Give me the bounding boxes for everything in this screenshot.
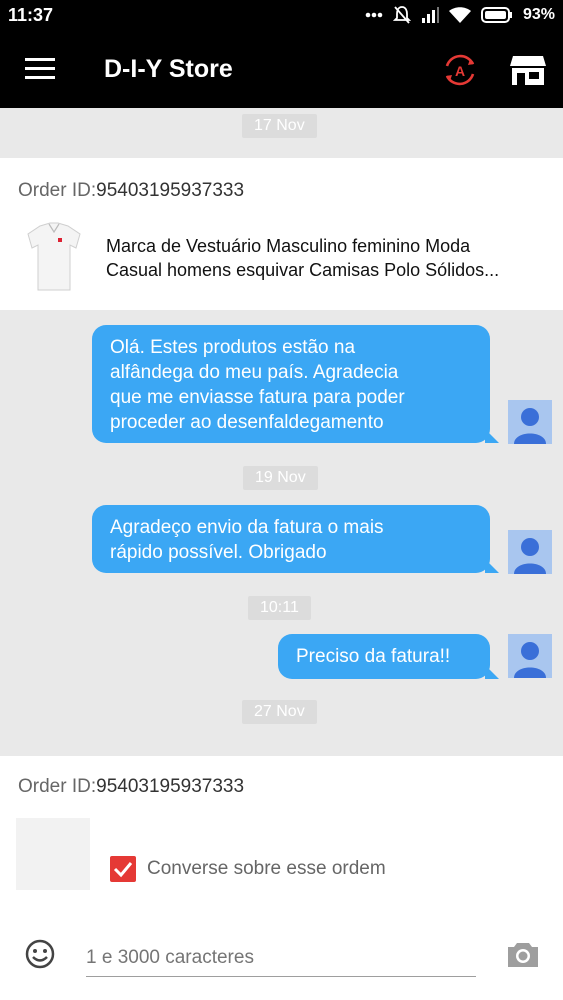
message-line: rápido possível. Obrigado bbox=[110, 542, 327, 563]
person-icon bbox=[514, 538, 546, 574]
message-line: Olá. Estes produtos estão na bbox=[110, 337, 356, 358]
mute-icon bbox=[392, 6, 411, 24]
user-avatar bbox=[508, 634, 552, 678]
message-bubble[interactable]: Preciso da fatura!! bbox=[278, 634, 499, 679]
person-icon bbox=[514, 642, 546, 678]
status-bar: 11:37 93% bbox=[0, 0, 563, 30]
order-id-value: 95403195937333 bbox=[96, 776, 245, 797]
status-time: 11:37 bbox=[8, 5, 54, 25]
message-line: proceder ao desenfaldegamento bbox=[110, 412, 384, 433]
store-title: D-I-Y Store bbox=[104, 55, 233, 83]
camera-button[interactable] bbox=[506, 938, 540, 970]
user-avatar bbox=[508, 400, 552, 444]
store-icon bbox=[510, 56, 546, 85]
user-avatar bbox=[508, 530, 552, 574]
checkbox-checked-icon[interactable] bbox=[110, 856, 136, 882]
bubble-tail bbox=[485, 429, 499, 443]
order-card-compose: Order ID:95403195937333 Converse sobre e… bbox=[0, 756, 563, 900]
order-id: Order ID:95403195937333 bbox=[18, 776, 244, 798]
product-title-line: Marca de Vestuário Masculino feminino Mo… bbox=[106, 236, 471, 256]
svg-text:A: A bbox=[455, 63, 465, 79]
date-separator: 17 Nov bbox=[242, 114, 317, 138]
order-id-label: Order ID: bbox=[18, 776, 97, 797]
discuss-order-checkbox-row[interactable]: Converse sobre esse ordem bbox=[110, 856, 386, 882]
date-separator: 27 Nov bbox=[242, 700, 317, 724]
battery-percent: 93% bbox=[522, 6, 555, 23]
app-bar: D-I-Y Store A bbox=[0, 30, 563, 108]
message-line: Preciso da fatura!! bbox=[296, 646, 451, 667]
status-icons: 93% bbox=[365, 4, 555, 26]
message-bubble[interactable]: Agradeço envio da fatura o mais rápido p… bbox=[92, 505, 499, 573]
auto-translate-button[interactable]: A bbox=[440, 50, 480, 90]
signal-icon bbox=[421, 7, 439, 23]
emoji-button[interactable] bbox=[24, 938, 56, 970]
date-separator: 19 Nov bbox=[243, 466, 318, 490]
bubble-tail bbox=[485, 559, 499, 573]
time-separator: 10:11 bbox=[248, 596, 311, 620]
bubble-tail bbox=[485, 665, 499, 679]
polo-shirt-image bbox=[27, 222, 81, 291]
message-bubble[interactable]: Olá. Estes produtos estão na alfândega d… bbox=[92, 325, 499, 443]
checkbox-label: Converse sobre esse ordem bbox=[147, 858, 386, 879]
product-title[interactable]: Marca de Vestuário Masculino feminino Mo… bbox=[106, 234, 556, 282]
message-input[interactable] bbox=[86, 940, 476, 977]
hamburger-icon bbox=[25, 58, 55, 79]
message-line: que me enviasse fatura para poder bbox=[110, 387, 405, 408]
order-id: Order ID:95403195937333 bbox=[18, 180, 244, 202]
camera-icon bbox=[508, 943, 538, 967]
store-button[interactable] bbox=[508, 50, 548, 90]
product-thumbnail bbox=[16, 818, 90, 890]
order-id-value: 95403195937333 bbox=[96, 180, 245, 201]
message-line: Agradeço envio da fatura o mais bbox=[110, 517, 384, 538]
menu-button[interactable] bbox=[20, 52, 60, 86]
message-line: alfândega do meu país. Agradecia bbox=[110, 362, 399, 383]
person-icon bbox=[514, 408, 546, 444]
battery-icon bbox=[480, 7, 512, 23]
more-dots-icon bbox=[365, 12, 383, 18]
order-id-label: Order ID: bbox=[18, 180, 97, 201]
order-card[interactable]: Order ID:95403195937333 Marca de Vestuár… bbox=[0, 158, 563, 310]
product-title-line: Casual homens esquivar Camisas Polo Sóli… bbox=[106, 260, 500, 280]
message-composer bbox=[0, 900, 563, 1000]
wifi-icon bbox=[448, 7, 471, 23]
auto-translate-icon: A bbox=[445, 54, 475, 86]
emoji-icon bbox=[25, 939, 55, 969]
product-thumbnail[interactable] bbox=[22, 220, 86, 296]
